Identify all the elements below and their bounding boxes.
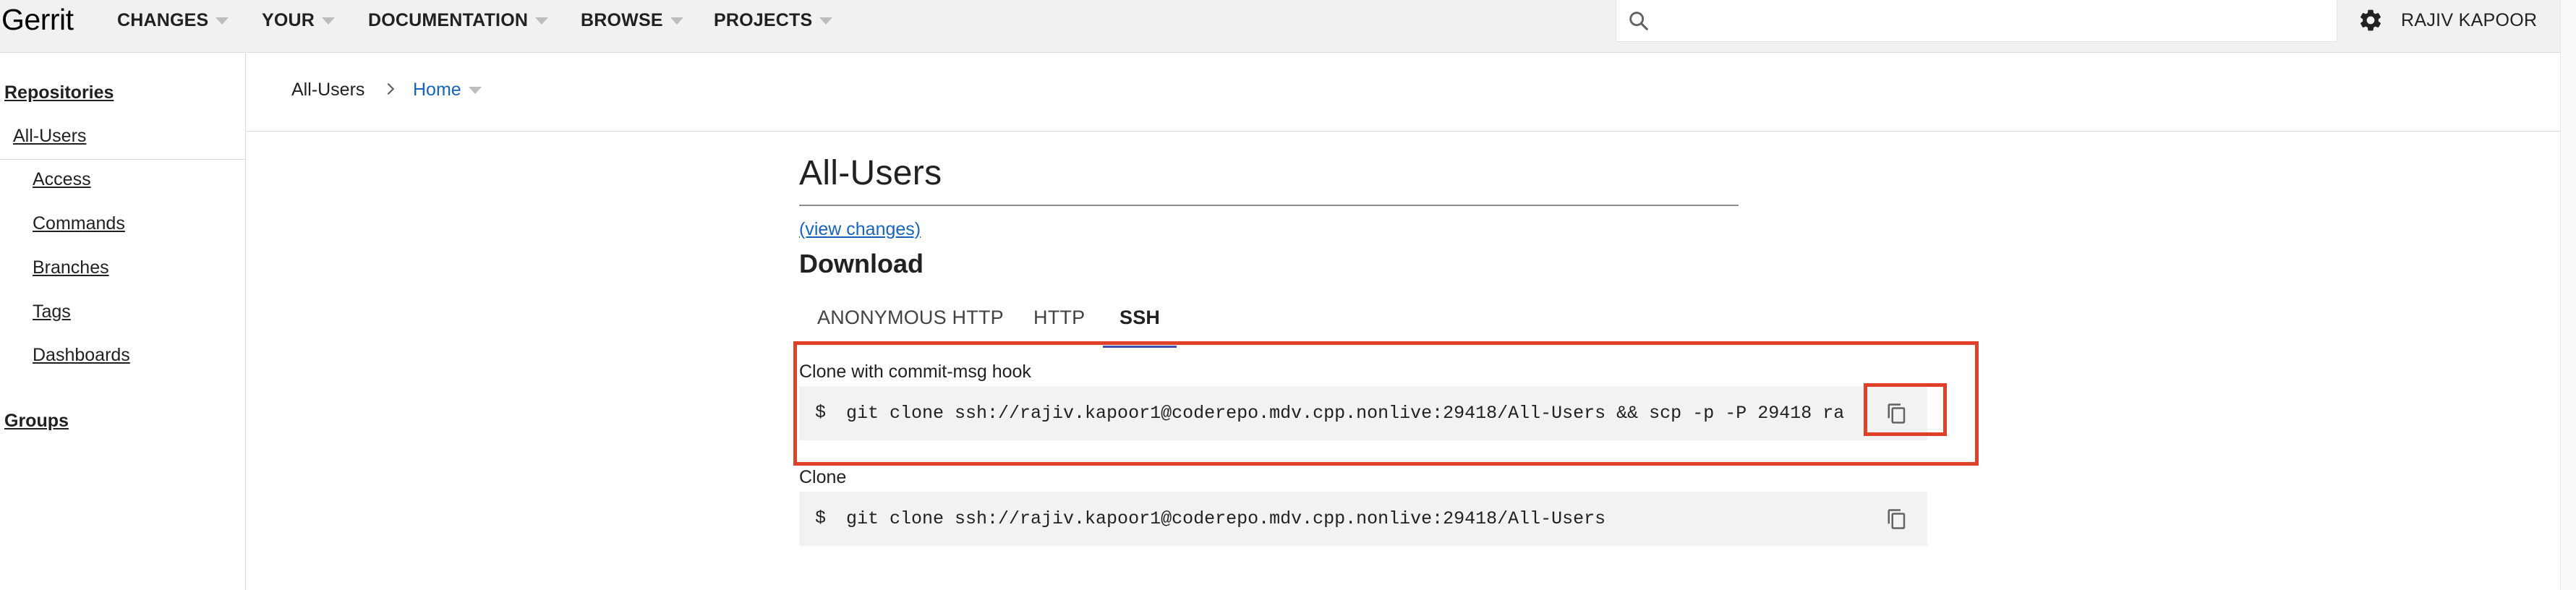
sidebar-item-branches[interactable]: Branches — [33, 257, 109, 278]
top-header: Gerrit CHANGES YOUR DOCUMENTATION BROWSE… — [0, 0, 2560, 53]
nav-your-menu[interactable]: YOUR — [262, 10, 336, 31]
sidebar-divider — [0, 159, 245, 160]
sidebar-item-access[interactable]: Access — [33, 169, 91, 190]
search-icon — [1629, 12, 1648, 30]
copy-button[interactable] — [1882, 505, 1911, 534]
chevron-right-icon — [387, 82, 395, 95]
nav-label: PROJECTS — [714, 10, 813, 30]
search-input[interactable] — [1660, 6, 2325, 35]
sidebar-item-dashboards[interactable]: Dashboards — [33, 345, 130, 366]
nav-label: YOUR — [262, 10, 315, 30]
sidebar-item-all-users[interactable]: All-Users — [13, 126, 86, 147]
command-row: $ — [799, 492, 1927, 546]
breadcrumb-repo: All-Users — [291, 80, 365, 100]
tab-http[interactable]: HTTP — [1033, 307, 1085, 329]
breadcrumb-home-dropdown[interactable]: Home — [413, 80, 482, 101]
caret-down-icon — [322, 17, 336, 25]
nav-documentation-menu[interactable]: DOCUMENTATION — [368, 10, 549, 31]
tab-anonymous-http[interactable]: ANONYMOUS HTTP — [817, 307, 1004, 329]
nav-label: CHANGES — [117, 10, 209, 30]
page-scrollbar[interactable] — [2560, 0, 2576, 590]
highlight-box — [1864, 383, 1947, 436]
repo-sidebar: Repositories All-Users Access Commands B… — [0, 54, 246, 590]
view-changes-link[interactable]: (view changes) — [799, 219, 921, 240]
breadcrumb-current: Home — [413, 80, 461, 100]
page-title: All-Users — [799, 154, 942, 192]
user-menu[interactable]: RAJIV KAPOOR — [2401, 10, 2537, 31]
sidebar-repositories-link[interactable]: Repositories — [4, 82, 114, 103]
caret-down-icon — [468, 86, 482, 94]
caret-down-icon — [535, 17, 549, 25]
nav-projects-menu[interactable]: PROJECTS — [714, 10, 833, 31]
caret-down-icon — [216, 17, 229, 25]
clone-command-field[interactable] — [837, 492, 1878, 546]
highlight-box — [793, 341, 1979, 466]
sidebar-item-commands[interactable]: Commands — [33, 213, 125, 234]
search-bar — [1616, 0, 2337, 42]
nav-changes-menu[interactable]: CHANGES — [117, 10, 229, 31]
caret-down-icon — [670, 17, 683, 25]
sidebar-item-tags[interactable]: Tags — [33, 302, 71, 322]
nav-browse-menu[interactable]: BROWSE — [581, 10, 683, 31]
gerrit-logo[interactable]: Gerrit — [1, 3, 74, 37]
caret-down-icon — [819, 17, 833, 25]
download-heading: Download — [799, 249, 924, 278]
command-label: Clone — [799, 467, 847, 487]
tab-ssh[interactable]: SSH — [1119, 307, 1160, 329]
sidebar-groups-link[interactable]: Groups — [4, 411, 69, 432]
nav-label: BROWSE — [581, 10, 663, 30]
breadcrumb: All-Users Home — [247, 54, 2560, 132]
shell-prompt: $ — [815, 508, 827, 529]
copy-icon — [1888, 509, 1906, 529]
gear-icon[interactable] — [2358, 7, 2384, 33]
title-divider — [799, 205, 1739, 206]
nav-label: DOCUMENTATION — [368, 10, 529, 30]
